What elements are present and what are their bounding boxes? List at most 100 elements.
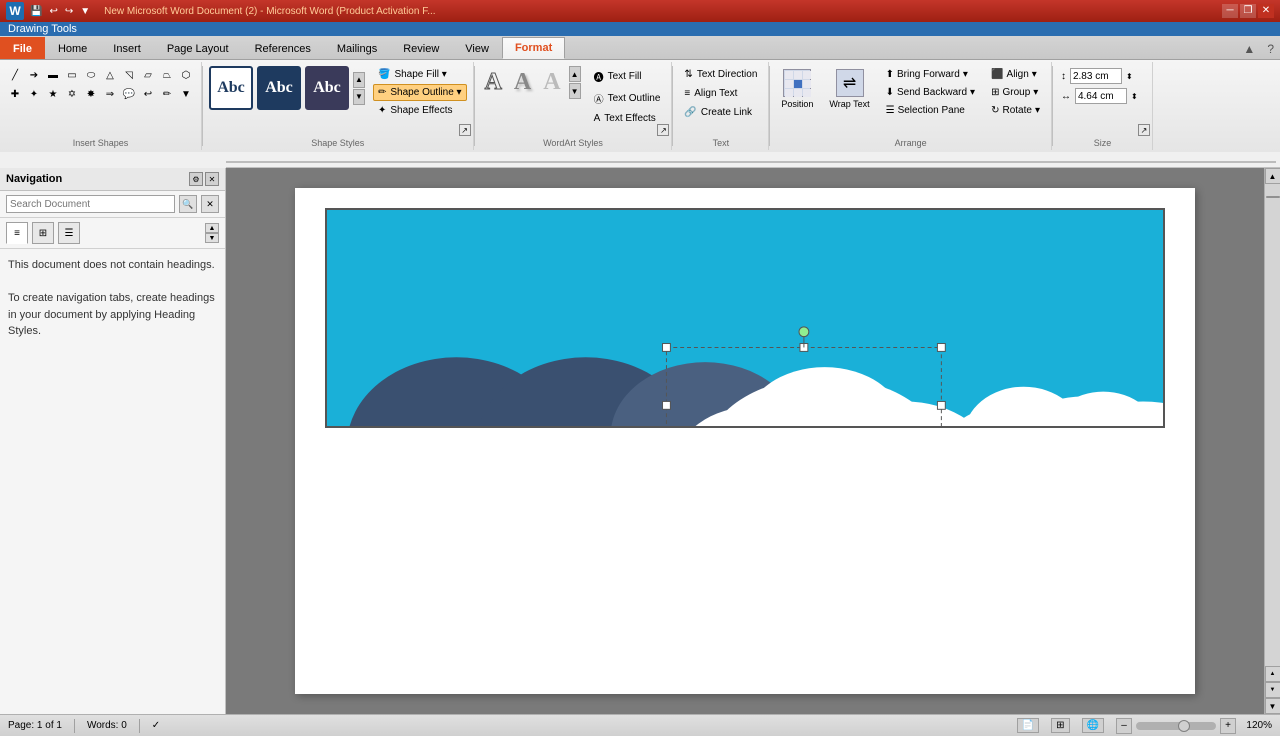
selection-pane-btn[interactable]: ☰ Selection Pane	[881, 102, 980, 119]
style-scroll-down[interactable]: ▼	[353, 89, 365, 105]
save-icon[interactable]: 💾	[28, 6, 44, 17]
shape-line[interactable]: ╱	[6, 66, 24, 84]
shape-star6[interactable]: ✡	[63, 85, 81, 103]
shape-star5[interactable]: ★	[44, 85, 62, 103]
shape-outline-btn[interactable]: ✏ Shape Outline ▾	[373, 84, 467, 101]
shape-right-arrow-btn[interactable]: ⇒	[101, 85, 119, 103]
send-backward-btn[interactable]: ⬇ Send Backward ▾	[881, 84, 980, 101]
shape-hex[interactable]: ⬡	[177, 66, 195, 84]
sidebar-tab-pages[interactable]: ⊞	[32, 222, 54, 244]
sidebar-settings-btn[interactable]: ⚙	[189, 172, 203, 186]
height-input[interactable]	[1070, 68, 1122, 84]
group-btn[interactable]: ⊞ Group ▾	[986, 84, 1045, 101]
zoom-slider[interactable]	[1136, 722, 1216, 730]
width-input[interactable]	[1075, 88, 1127, 104]
tab-references[interactable]: References	[242, 37, 324, 59]
shape-rounded-rect[interactable]: ▭	[63, 66, 81, 84]
text-fill-btn[interactable]: 🅐 Text Fill	[589, 66, 666, 87]
nav-prev-btn[interactable]: ▲	[205, 223, 219, 233]
wrap-text-btn[interactable]: ⇌ Wrap Text	[822, 64, 876, 114]
rotate-btn[interactable]: ↻ Rotate ▾	[986, 102, 1045, 119]
arrange-col: ⬆ Bring Forward ▾ ⬇ Send Backward ▾ ☰ Se…	[879, 64, 982, 121]
shape-rect[interactable]: ▬	[44, 66, 62, 84]
bring-forward-btn[interactable]: ⬆ Bring Forward ▾	[881, 66, 980, 83]
sidebar-tab-results[interactable]: ☰	[58, 222, 80, 244]
sidebar-close-btn[interactable]: ✕	[205, 172, 219, 186]
create-link-btn[interactable]: 🔗 Create Link	[679, 104, 762, 121]
tab-view[interactable]: View	[452, 37, 502, 59]
view-full-btn[interactable]: ⊞	[1051, 718, 1069, 733]
sidebar-tab-headings[interactable]: ≡	[6, 222, 28, 244]
help-icon[interactable]: ?	[1261, 39, 1280, 59]
wordart-scroll-down[interactable]: ▼	[569, 83, 581, 99]
close-btn[interactable]: ✕	[1258, 4, 1274, 18]
shape-fill-btn[interactable]: 🪣 Shape Fill ▾	[373, 66, 467, 83]
restore-btn[interactable]: ❐	[1240, 4, 1256, 18]
shape-freeform[interactable]: ✏	[158, 85, 176, 103]
style-sample-3[interactable]: Abc	[305, 66, 349, 110]
shape-effects-btn[interactable]: ✦ Shape Effects	[373, 102, 467, 119]
minimize-btn[interactable]: ─	[1222, 4, 1238, 18]
undo-icon[interactable]: ↩	[47, 6, 59, 17]
view-web-btn[interactable]: 🌐	[1082, 718, 1104, 733]
shape-styles-dialog[interactable]: ↗	[459, 124, 471, 136]
tab-page-layout[interactable]: Page Layout	[154, 37, 242, 59]
scroll-split-up[interactable]: ▲	[1265, 666, 1280, 682]
tab-file[interactable]: File	[0, 37, 45, 59]
ribbon-expand-icon[interactable]: ▲	[1237, 39, 1261, 59]
style-sample-1[interactable]: Abc	[209, 66, 253, 110]
scroll-track[interactable]	[1265, 184, 1280, 666]
group-arrow: ▾	[1033, 87, 1038, 98]
wordart-scroll-up[interactable]: ▲	[569, 66, 581, 82]
tab-format[interactable]: Format	[502, 37, 565, 59]
wordart-sample-shadow[interactable]: A	[510, 66, 535, 99]
text-effects-btn[interactable]: A Text Effects	[589, 110, 666, 127]
wordart-sample-outline[interactable]: A	[481, 66, 506, 99]
search-btn[interactable]: 🔍	[179, 195, 197, 213]
scroll-down-btn[interactable]: ▼	[1265, 698, 1280, 714]
scroll-thumb[interactable]	[1266, 196, 1280, 198]
shape-trap[interactable]: ⏢	[158, 66, 176, 84]
tab-review[interactable]: Review	[390, 37, 452, 59]
shape-arrow[interactable]: ➔	[25, 66, 43, 84]
shape-oval[interactable]: ⬭	[82, 66, 100, 84]
position-btn[interactable]: Position	[774, 64, 820, 114]
wordart-dialog[interactable]: ↗	[657, 124, 669, 136]
style-sample-2[interactable]: Abc	[257, 66, 301, 110]
undo-arrow[interactable]: ↪	[63, 6, 75, 17]
scroll-split-down[interactable]: ▼	[1265, 682, 1280, 698]
shape-starburst[interactable]: ✸	[82, 85, 100, 103]
style-scroll-up[interactable]: ▲	[353, 72, 365, 88]
shape-triangle[interactable]: △	[101, 66, 119, 84]
vertical-scrollbar[interactable]: ▲ ▲ ▼ ▼	[1264, 168, 1280, 714]
shape-more[interactable]: ▼	[177, 85, 195, 103]
shape-curved-arrow[interactable]: ↩	[139, 85, 157, 103]
tab-insert[interactable]: Insert	[100, 37, 154, 59]
shape-cross[interactable]: ✚	[6, 85, 24, 103]
nav-next-btn[interactable]: ▼	[205, 233, 219, 243]
text-direction-btn[interactable]: ⇅ Text Direction	[679, 66, 762, 83]
canvas-area[interactable]	[325, 208, 1165, 428]
track-changes-icon[interactable]: ✓	[152, 720, 160, 731]
cloud-svg	[327, 210, 1163, 426]
search-close-btn[interactable]: ✕	[201, 195, 219, 213]
text-outline-btn[interactable]: Ⓐ Text Outline	[589, 88, 666, 109]
shape-para[interactable]: ▱	[139, 66, 157, 84]
shape-star4[interactable]: ✦	[25, 85, 43, 103]
tab-home[interactable]: Home	[45, 37, 100, 59]
shape-rtri[interactable]: ◹	[120, 66, 138, 84]
size-dialog[interactable]: ↗	[1138, 124, 1150, 136]
align-text-btn[interactable]: ≡ Align Text	[679, 85, 762, 102]
zoom-slider-thumb[interactable]	[1178, 720, 1190, 732]
wordart-sample-gradient[interactable]: A	[539, 66, 564, 99]
shape-callout[interactable]: 💬	[120, 85, 138, 103]
align-btn[interactable]: ⬛ Align ▾	[986, 66, 1045, 83]
search-input[interactable]	[6, 195, 175, 213]
document-area[interactable]	[226, 168, 1264, 714]
tab-mailings[interactable]: Mailings	[324, 37, 390, 59]
view-print-btn[interactable]: 📄	[1017, 718, 1039, 733]
more-icon[interactable]: ▼	[78, 6, 92, 17]
zoom-pct[interactable]: 120%	[1240, 720, 1272, 731]
title-text: New Microsoft Word Document (2) - Micros…	[104, 6, 435, 17]
scroll-up-btn[interactable]: ▲	[1265, 168, 1280, 184]
